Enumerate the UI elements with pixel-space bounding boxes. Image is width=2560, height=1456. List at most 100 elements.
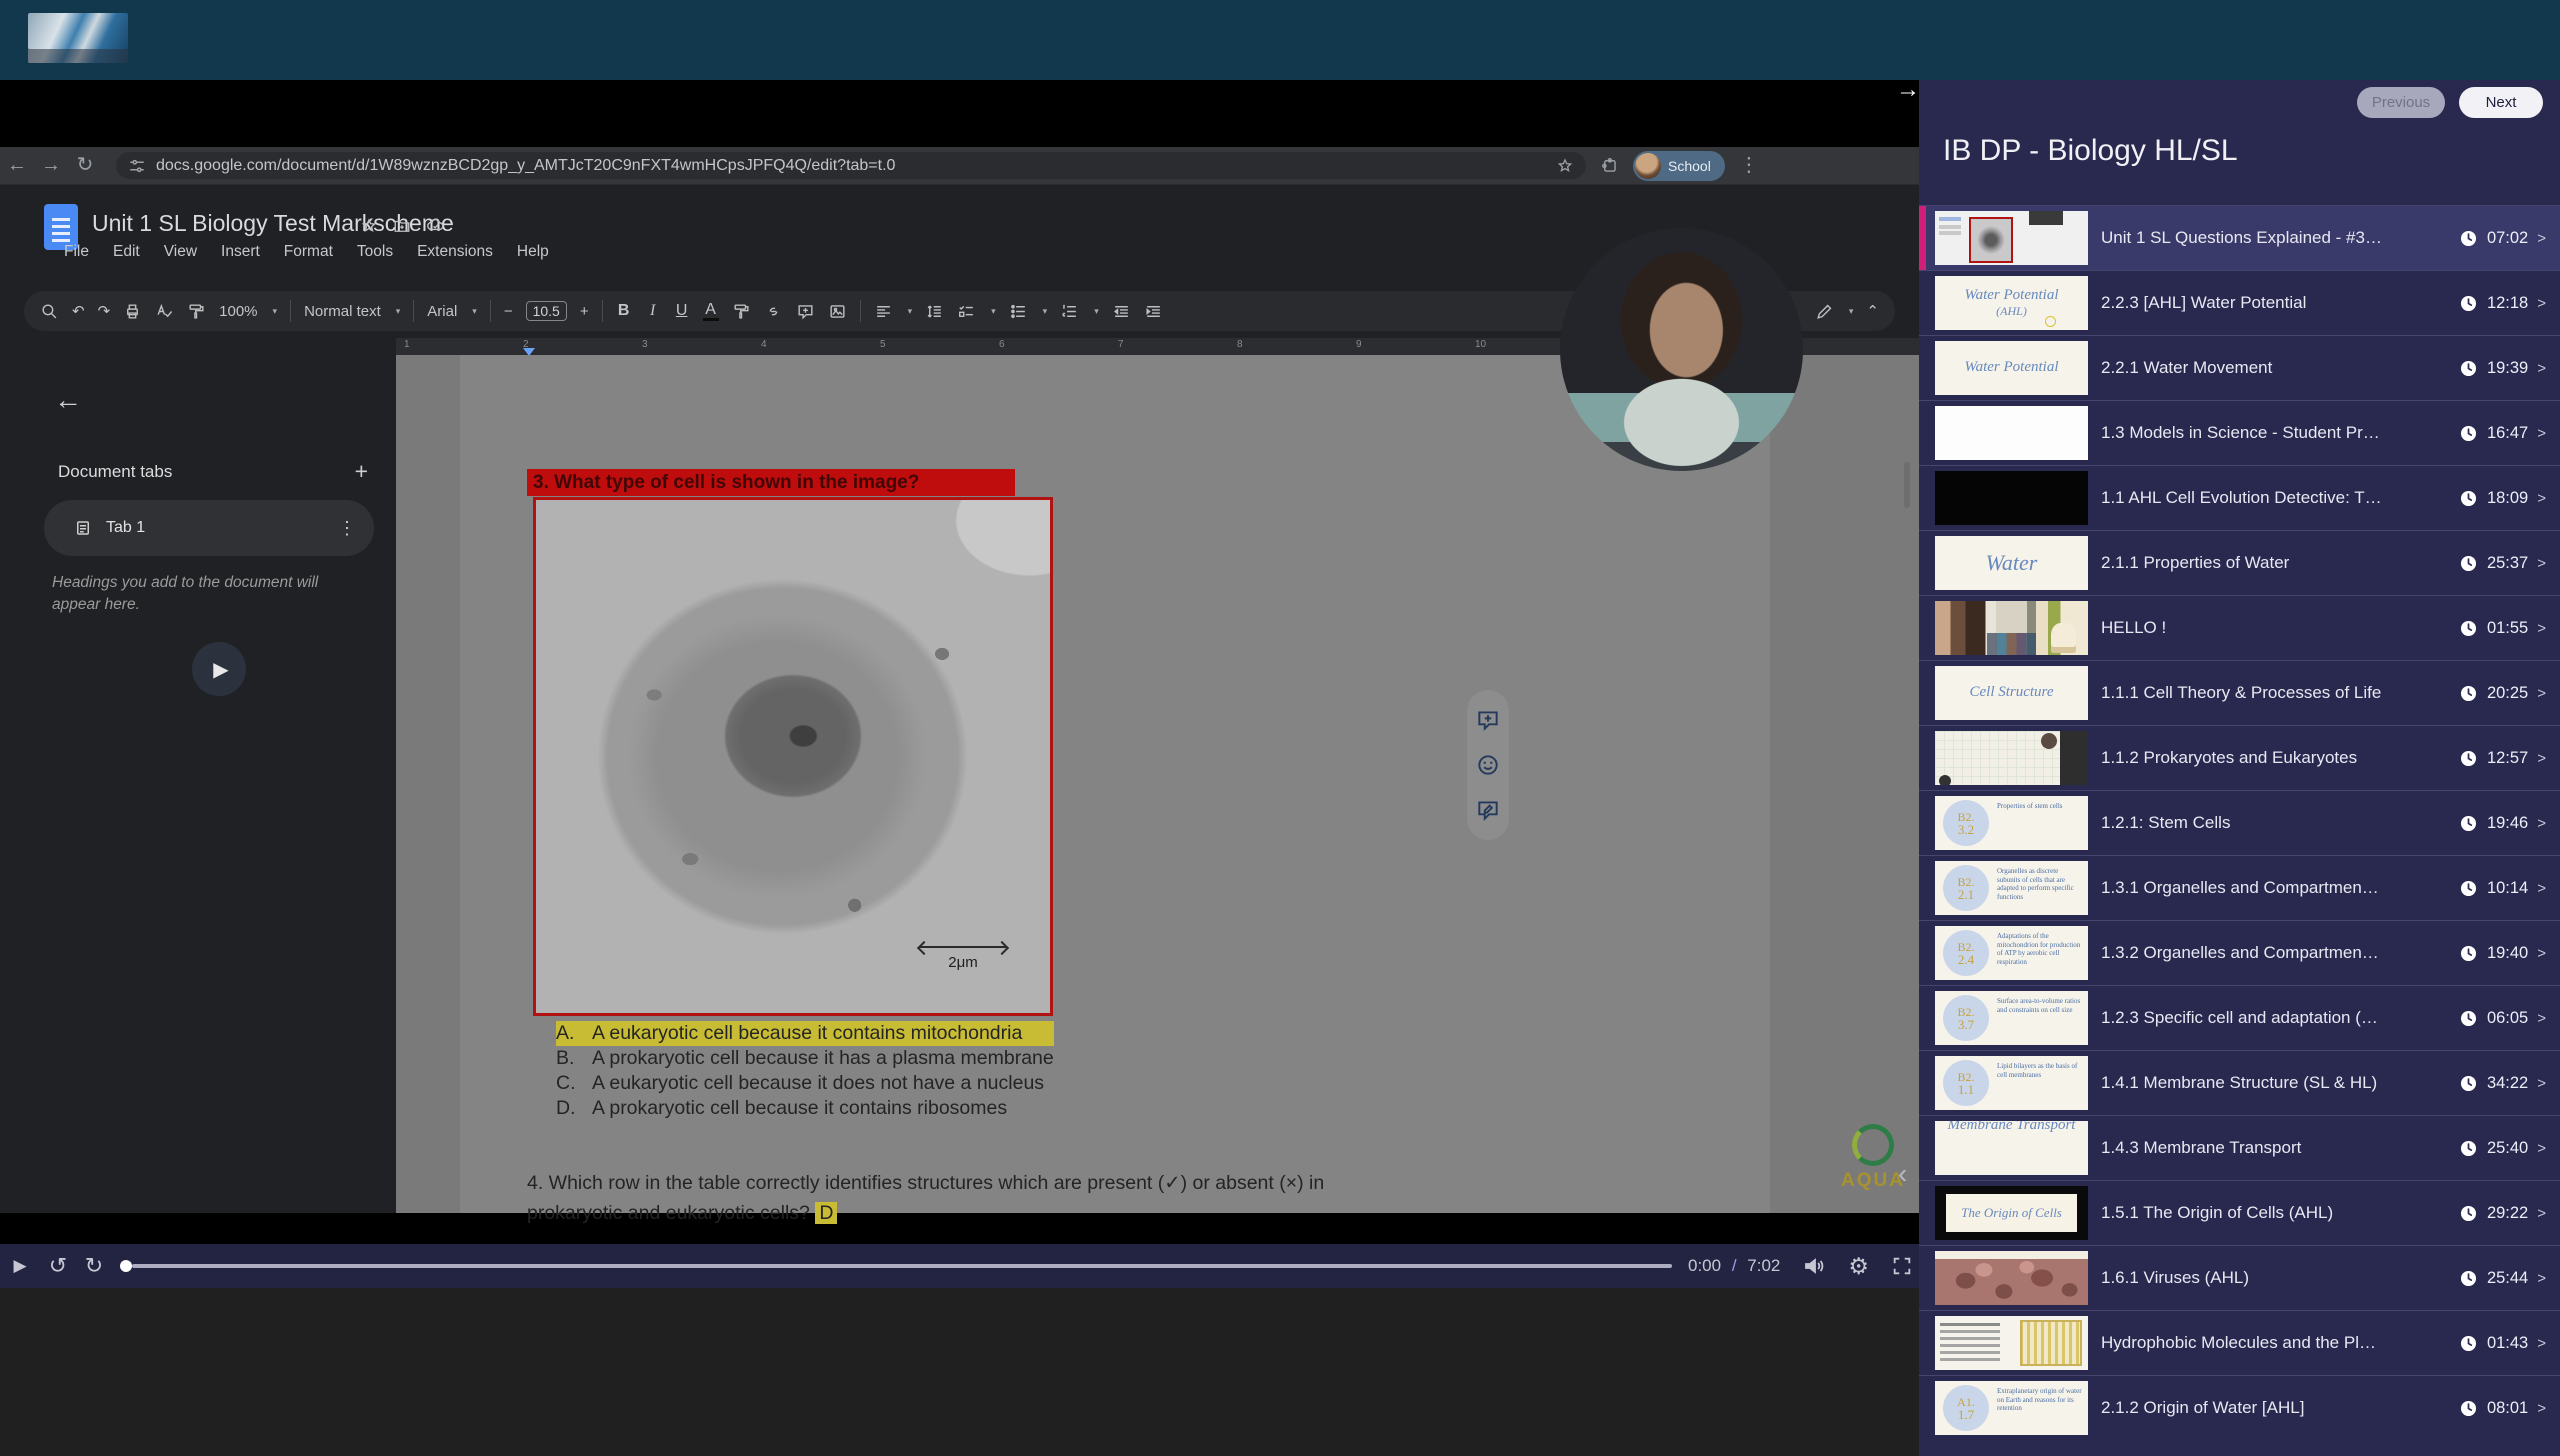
clock-icon: [2459, 944, 2478, 963]
question-4-text: 4. Which row in the table correctly iden…: [527, 1172, 1324, 1224]
menu-edit[interactable]: Edit: [113, 243, 140, 261]
previous-button[interactable]: Previous: [2357, 87, 2445, 118]
next-button[interactable]: Next: [2459, 87, 2543, 118]
playlist-item[interactable]: B2.2.1Organelles as discrete subunits of…: [1919, 855, 2560, 920]
forward-icon[interactable]: ↻: [76, 1244, 112, 1288]
dropdown-arrow-icon[interactable]: ▾: [396, 306, 401, 317]
lesson-title: 2.2.3 [AHL] Water Potential: [2101, 293, 2459, 313]
close-tabs-panel-icon[interactable]: ←: [54, 384, 82, 416]
underline-button[interactable]: U: [674, 302, 690, 320]
playlist-item[interactable]: Water2.1.1 Properties of Water25:37>: [1919, 530, 2560, 595]
playlist-item[interactable]: Membrane Transport1.4.3 Membrane Transpo…: [1919, 1115, 2560, 1180]
zoom-select[interactable]: 100%: [219, 303, 257, 320]
editing-mode-icon[interactable]: [1815, 302, 1834, 321]
clock-icon: [2459, 619, 2478, 638]
menu-extensions[interactable]: Extensions: [417, 243, 493, 261]
playlist-item[interactable]: B2.3.7Surface area-to-volume ratios and …: [1919, 985, 2560, 1050]
dropdown-arrow-icon[interactable]: ▾: [273, 306, 278, 317]
add-comment-icon[interactable]: [1475, 707, 1501, 733]
lesson-duration: 07:02: [2487, 229, 2528, 248]
highlight-color-icon[interactable]: [732, 302, 751, 321]
dropdown-arrow-icon[interactable]: ▾: [472, 306, 477, 317]
checklist-icon[interactable]: [957, 302, 976, 321]
playlist-item[interactable]: Water Potential2.2.1 Water Movement19:39…: [1919, 335, 2560, 400]
emoji-reaction-icon[interactable]: [1475, 752, 1501, 778]
add-tab-icon[interactable]: +: [355, 458, 368, 485]
app-logo-image[interactable]: [28, 13, 128, 63]
redo-icon[interactable]: ↷: [98, 302, 111, 320]
menu-view[interactable]: View: [164, 243, 197, 261]
dropdown-arrow-icon[interactable]: ▾: [1094, 306, 1099, 317]
video-controls: ▶ ↺ ↻ 0:00 / 7:02 ⚙: [0, 1244, 1919, 1288]
option-text: A eukaryotic cell because it contains mi…: [592, 1022, 1022, 1044]
line-spacing-icon[interactable]: [925, 302, 944, 321]
text-color-button[interactable]: A: [703, 301, 719, 321]
paint-roller-icon[interactable]: [187, 302, 206, 321]
menu-format[interactable]: Format: [284, 243, 333, 261]
lesson-thumbnail: B2.3.2Properties of stem cells: [1935, 796, 2088, 850]
dropdown-arrow-icon[interactable]: ▾: [1043, 306, 1048, 317]
scrubber-handle[interactable]: [120, 1260, 132, 1272]
playlist-item[interactable]: 1.3 Models in Science - Student Pr…16:47…: [1919, 400, 2560, 465]
sidebar-collapse-arrow-icon[interactable]: →: [1896, 76, 1920, 104]
paragraph-style-select[interactable]: Normal text: [304, 303, 381, 320]
fullscreen-icon[interactable]: [1891, 1255, 1913, 1277]
bold-button[interactable]: B: [616, 302, 632, 320]
italic-button[interactable]: I: [645, 302, 661, 320]
playlist-item[interactable]: B2.1.1Lipid bilayers as the basis of cel…: [1919, 1050, 2560, 1115]
lesson-title: Hydrophobic Molecules and the Pl…: [2101, 1333, 2459, 1353]
dropdown-arrow-icon[interactable]: ▾: [991, 306, 996, 317]
volume-icon[interactable]: [1802, 1254, 1826, 1278]
image-icon[interactable]: [828, 302, 847, 321]
search-icon[interactable]: [40, 302, 59, 321]
outdent-icon[interactable]: [1112, 302, 1131, 321]
playlist-item[interactable]: 1.6.1 Viruses (AHL)25:44>: [1919, 1245, 2560, 1310]
dropdown-arrow-icon[interactable]: ▾: [1849, 306, 1854, 317]
playlist-item[interactable]: HELLO !01:55>: [1919, 595, 2560, 660]
link-icon[interactable]: [764, 302, 783, 321]
undo-icon[interactable]: ↶: [72, 302, 85, 320]
playlist-item[interactable]: A1.1.7Extraplanetary origin of water on …: [1919, 1375, 2560, 1440]
playlist-item[interactable]: B2.3.2Properties of stem cells1.2.1: Ste…: [1919, 790, 2560, 855]
suggest-edit-icon[interactable]: [1475, 797, 1501, 823]
indent-icon[interactable]: [1144, 302, 1163, 321]
playlist-item[interactable]: Unit 1 SL Questions Explained - #3…07:02…: [1919, 205, 2560, 270]
comment-add-icon[interactable]: [796, 302, 815, 321]
increase-font-size-icon[interactable]: +: [580, 303, 589, 320]
menu-help[interactable]: Help: [517, 243, 549, 261]
playlist-item[interactable]: Cell Structure1.1.1 Cell Theory & Proces…: [1919, 660, 2560, 725]
font-size-input[interactable]: 10.5: [526, 301, 567, 321]
doc-scrollbar-thumb[interactable]: [1904, 462, 1910, 508]
align-left-icon[interactable]: [874, 302, 893, 321]
font-select[interactable]: Arial: [427, 303, 457, 320]
lesson-title: 1.3.2 Organelles and Compartmen…: [2101, 943, 2459, 963]
dropdown-arrow-icon[interactable]: ▾: [908, 306, 913, 317]
decrease-font-size-icon[interactable]: −: [504, 303, 513, 320]
play-button[interactable]: ▶: [0, 1244, 40, 1288]
collapse-toolbar-icon[interactable]: ⌃: [1866, 302, 1879, 320]
spellcheck-icon[interactable]: [155, 302, 174, 321]
playlist-item[interactable]: The Origin of Cells1.5.1 The Origin of C…: [1919, 1180, 2560, 1245]
sidebar-expand-chevron-icon[interactable]: ‹: [1898, 1158, 1907, 1190]
menu-insert[interactable]: Insert: [221, 243, 260, 261]
menu-tools[interactable]: Tools: [357, 243, 393, 261]
menu-file[interactable]: File: [64, 243, 89, 261]
tab-item[interactable]: Tab 1 ⋮: [44, 500, 374, 556]
numbered-list-icon[interactable]: [1060, 302, 1079, 321]
print-icon[interactable]: [123, 302, 142, 321]
playlist-item[interactable]: Hydrophobic Molecules and the Pl…01:43>: [1919, 1310, 2560, 1375]
settings-gear-icon[interactable]: ⚙: [1848, 1253, 1869, 1280]
ruler-number: 8: [1237, 339, 1243, 350]
playlist-item[interactable]: 1.1 AHL Cell Evolution Detective: T…18:0…: [1919, 465, 2560, 530]
bullet-list-icon[interactable]: [1009, 302, 1028, 321]
tab-options-icon[interactable]: ⋮: [338, 518, 356, 539]
progress-track[interactable]: [132, 1264, 1672, 1268]
playlist-item[interactable]: Water Potential(AHL)2.2.3 [AHL] Water Po…: [1919, 270, 2560, 335]
lesson-duration: 19:40: [2487, 944, 2528, 963]
playlist-item[interactable]: 1.1.2 Prokaryotes and Eukaryotes12:57>: [1919, 725, 2560, 790]
lesson-title: 1.4.3 Membrane Transport: [2101, 1138, 2459, 1158]
rewind-icon[interactable]: ↺: [40, 1244, 76, 1288]
chevron-right-icon: >: [2537, 685, 2546, 702]
video-play-overlay-button[interactable]: ▶: [192, 642, 246, 696]
playlist-item[interactable]: B2.2.4Adaptations of the mitochondrion f…: [1919, 920, 2560, 985]
